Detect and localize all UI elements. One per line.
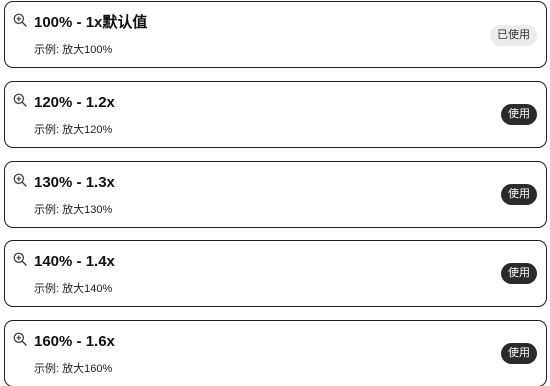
zoom-option-title: 160% - 1.6x [34,333,115,350]
use-button[interactable]: 使用 [501,184,537,205]
use-button[interactable]: 使用 [501,343,537,364]
zoom-in-icon [13,252,27,266]
zoom-in-icon [13,93,27,107]
zoom-option-example: 示例: 放大140% [34,283,113,295]
use-button[interactable]: 使用 [501,104,537,125]
zoom-option-example: 示例: 放大130% [34,204,113,216]
zoom-in-icon [13,332,27,346]
use-button[interactable]: 使用 [501,263,537,284]
zoom-in-icon [13,13,27,27]
zoom-option-list: 100% - 1x默认值 示例: 放大100% 已使用 120% - 1.2x … [0,0,550,386]
zoom-option-example: 示例: 放大120% [34,124,113,136]
zoom-option-card-130: 130% - 1.3x 示例: 放大130% 使用 [4,161,547,228]
zoom-option-card-100: 100% - 1x默认值 示例: 放大100% 已使用 [4,1,547,68]
zoom-option-title: 130% - 1.3x [34,174,115,191]
zoom-option-card-140: 140% - 1.4x 示例: 放大140% 使用 [4,240,547,307]
used-badge: 已使用 [490,25,537,46]
zoom-option-title: 140% - 1.4x [34,253,115,270]
zoom-option-title: 100% - 1x默认值 [34,14,148,31]
zoom-in-icon [13,173,27,187]
zoom-option-title: 120% - 1.2x [34,94,115,111]
zoom-option-example: 示例: 放大160% [34,363,113,375]
zoom-option-card-120: 120% - 1.2x 示例: 放大120% 使用 [4,81,547,148]
zoom-option-example: 示例: 放大100% [34,44,113,56]
zoom-option-card-160: 160% - 1.6x 示例: 放大160% 使用 [4,320,547,386]
